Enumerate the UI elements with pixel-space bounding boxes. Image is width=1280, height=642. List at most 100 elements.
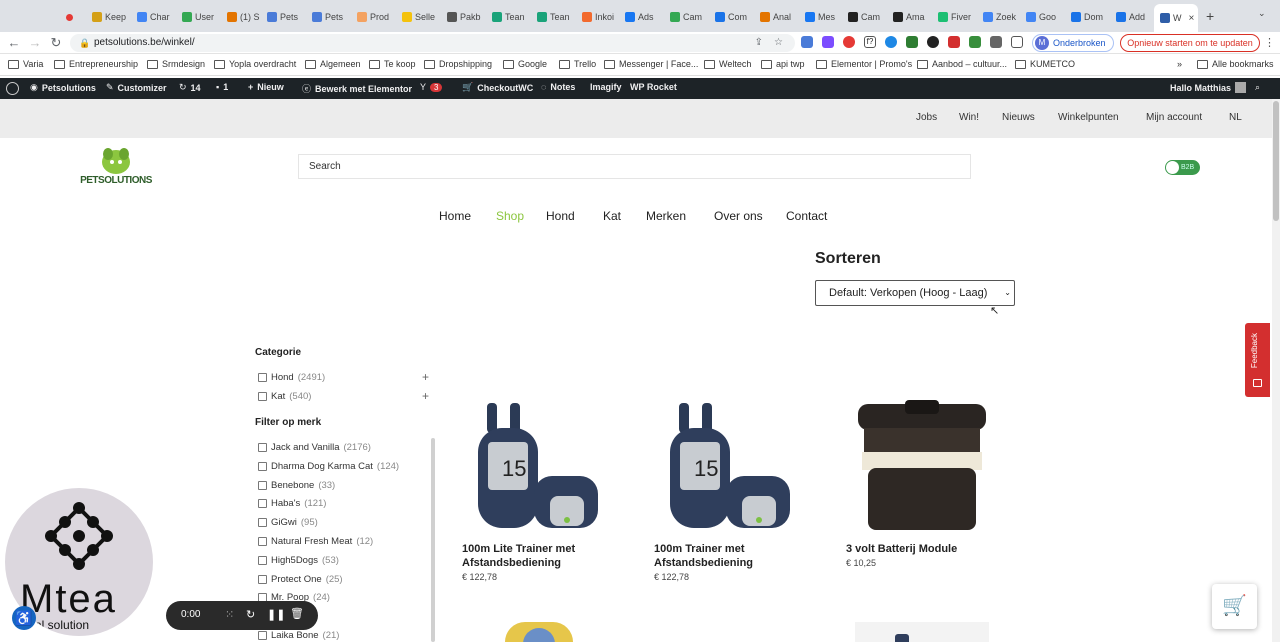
bookmark-item[interactable]: api twp (761, 59, 805, 69)
wordpress-icon[interactable] (6, 82, 19, 95)
browser-tab[interactable]: Pets (312, 6, 352, 28)
browser-tab[interactable]: Pets (267, 6, 307, 28)
checkbox[interactable] (258, 518, 267, 528)
browser-tab[interactable]: Fiver (938, 6, 978, 28)
checkbox[interactable] (258, 555, 267, 565)
extension-icon[interactable] (822, 36, 834, 48)
checkbox[interactable] (258, 499, 267, 509)
new-tab-button[interactable]: + (1206, 8, 1214, 24)
bookmark-item[interactable]: Algemeen (305, 59, 361, 69)
browser-tab[interactable]: (1) S (227, 6, 267, 28)
brand-filter[interactable]: Benebone (33) (258, 480, 335, 491)
site-logo[interactable]: PETSOLUTIONS (72, 146, 160, 188)
menu-shop[interactable]: Shop (496, 209, 524, 223)
extension-icon[interactable] (927, 36, 939, 48)
brand-filter[interactable]: Dharma Dog Karma Cat (124) (258, 461, 399, 472)
wp-updates-link[interactable]: ↻ 14 (179, 82, 201, 93)
trash-icon[interactable]: 🗑 (290, 607, 304, 620)
share-icon[interactable]: ⇪ (755, 34, 763, 52)
menu-kat[interactable]: Kat (603, 209, 621, 223)
grid-icon[interactable]: ⁙ (225, 608, 234, 621)
brand-filter[interactable]: Natural Fresh Meat (12) (258, 536, 373, 547)
top-link-win[interactable]: Win! (959, 112, 979, 123)
top-link-winkelpunten[interactable]: Winkelpunten (1058, 112, 1119, 123)
checkbox[interactable] (258, 537, 267, 546)
menu-merken[interactable]: Merken (646, 209, 686, 223)
bookmark-star-icon[interactable]: ☆ (774, 34, 783, 52)
bookmark-item[interactable]: Messenger | Face... (604, 59, 698, 69)
bookmark-item[interactable]: Te koop (369, 59, 416, 69)
checkbox[interactable] (258, 443, 267, 452)
product-card[interactable]: 15 (654, 400, 814, 536)
checkbox[interactable] (258, 631, 267, 640)
browser-tab[interactable]: Tean (492, 6, 532, 28)
wp-customizer-link[interactable]: ✎ Customizer (106, 82, 167, 93)
product-title[interactable]: 3 volt Batterij Module (846, 542, 1006, 556)
extension-icon[interactable] (885, 36, 897, 48)
product-image[interactable]: 15 (462, 400, 602, 536)
browser-tab[interactable]: Ama (893, 6, 933, 28)
product-image[interactable] (850, 400, 990, 536)
product-title[interactable]: 100m Lite Trainer met Afstandsbediening (462, 542, 622, 570)
profile-button[interactable]: M Onderbroken (1032, 34, 1114, 52)
feedback-tab[interactable]: Feedback (1245, 323, 1270, 397)
tab-search-icon[interactable]: ⌄ (1258, 8, 1266, 19)
product-image[interactable] (855, 622, 989, 642)
extension-icon[interactable]: f? (864, 36, 876, 48)
bookmark-item[interactable]: KUMETCO (1015, 59, 1075, 69)
checkbox[interactable] (258, 461, 267, 471)
browser-tab[interactable]: Anal (760, 6, 800, 28)
checkbox[interactable] (258, 392, 267, 401)
cart-button[interactable]: 🛒 (1212, 584, 1257, 629)
browser-tab[interactable]: Tean (537, 6, 577, 28)
restart-update-button[interactable]: Opnieuw starten om te updaten (1120, 34, 1260, 52)
browser-tab[interactable]: Cam (670, 6, 710, 28)
top-link-account[interactable]: Mijn account (1146, 112, 1202, 123)
browser-tab[interactable]: Cam (848, 6, 888, 28)
brand-filter[interactable]: Jack and Vanilla (2176) (258, 442, 371, 453)
bookmark-item[interactable]: Srmdesign (147, 59, 205, 69)
brand-filter[interactable]: Protect One (25) (258, 574, 343, 585)
language-switcher[interactable]: NL (1229, 112, 1242, 123)
browser-tab[interactable]: Com (715, 6, 755, 28)
sidepanel-icon[interactable] (1011, 36, 1023, 48)
wp-site-link[interactable]: ◉ Petsolutions (30, 82, 96, 93)
bookmark-item[interactable]: Aanbod – cultuur... (917, 59, 1007, 69)
bookmark-item[interactable]: Dropshipping (424, 59, 492, 69)
wp-new-link[interactable]: + Nieuw (248, 82, 284, 92)
browser-tab[interactable]: Pakb (447, 6, 487, 28)
extension-icon[interactable] (906, 36, 918, 48)
bookmarks-more[interactable]: » (1177, 59, 1182, 69)
browser-tab[interactable]: User (182, 6, 222, 28)
browser-tab[interactable]: Char (137, 6, 177, 28)
menu-icon[interactable]: ⋮ (1264, 36, 1275, 49)
back-icon[interactable]: ← (6, 35, 22, 51)
tab-active[interactable]: W × (1154, 4, 1198, 32)
checkbox[interactable] (258, 373, 267, 382)
bookmark-item[interactable]: Weltech (704, 59, 751, 69)
page-scrollbar[interactable] (1272, 99, 1280, 642)
menu-contact[interactable]: Contact (786, 209, 827, 223)
restart-icon[interactable]: ↻ (246, 608, 255, 621)
product-card[interactable] (850, 400, 1010, 536)
wp-notes-link[interactable]: ◌ Notes (541, 82, 575, 92)
product-title[interactable]: 100m Trainer met Afstandsbediening (654, 542, 814, 570)
pause-icon[interactable]: ❚❚ (267, 608, 285, 621)
bookmark-item[interactable]: Elementor | Promo's (816, 59, 912, 69)
wp-account-link[interactable]: Hallo Matthias (1170, 82, 1247, 93)
brand-filter[interactable]: High5Dogs (53) (258, 555, 339, 566)
browser-tab[interactable]: Mes (805, 6, 845, 28)
wp-yoast-link[interactable]: Y3 (420, 82, 443, 92)
browser-tab[interactable]: Dom (1071, 6, 1111, 28)
reload-icon[interactable]: ↻ (48, 35, 64, 51)
browser-tab[interactable]: Add (1116, 6, 1156, 28)
address-bar[interactable]: 🔒 petsolutions.be/winkel/ ⇪ ☆ (70, 34, 795, 52)
bookmark-item[interactable]: Trello (559, 59, 596, 69)
sidebar-scrollbar[interactable] (431, 438, 435, 642)
wp-comments-link[interactable]: ▪ 1 (216, 82, 228, 92)
search-input[interactable]: Search (298, 154, 971, 179)
sort-select[interactable]: Default: Verkopen (Hoog - Laag) ⌄ (815, 280, 1015, 306)
extension-icon[interactable] (948, 36, 960, 48)
browser-tab[interactable]: Keep (92, 6, 132, 28)
all-bookmarks[interactable]: Alle bookmarks (1197, 59, 1274, 69)
